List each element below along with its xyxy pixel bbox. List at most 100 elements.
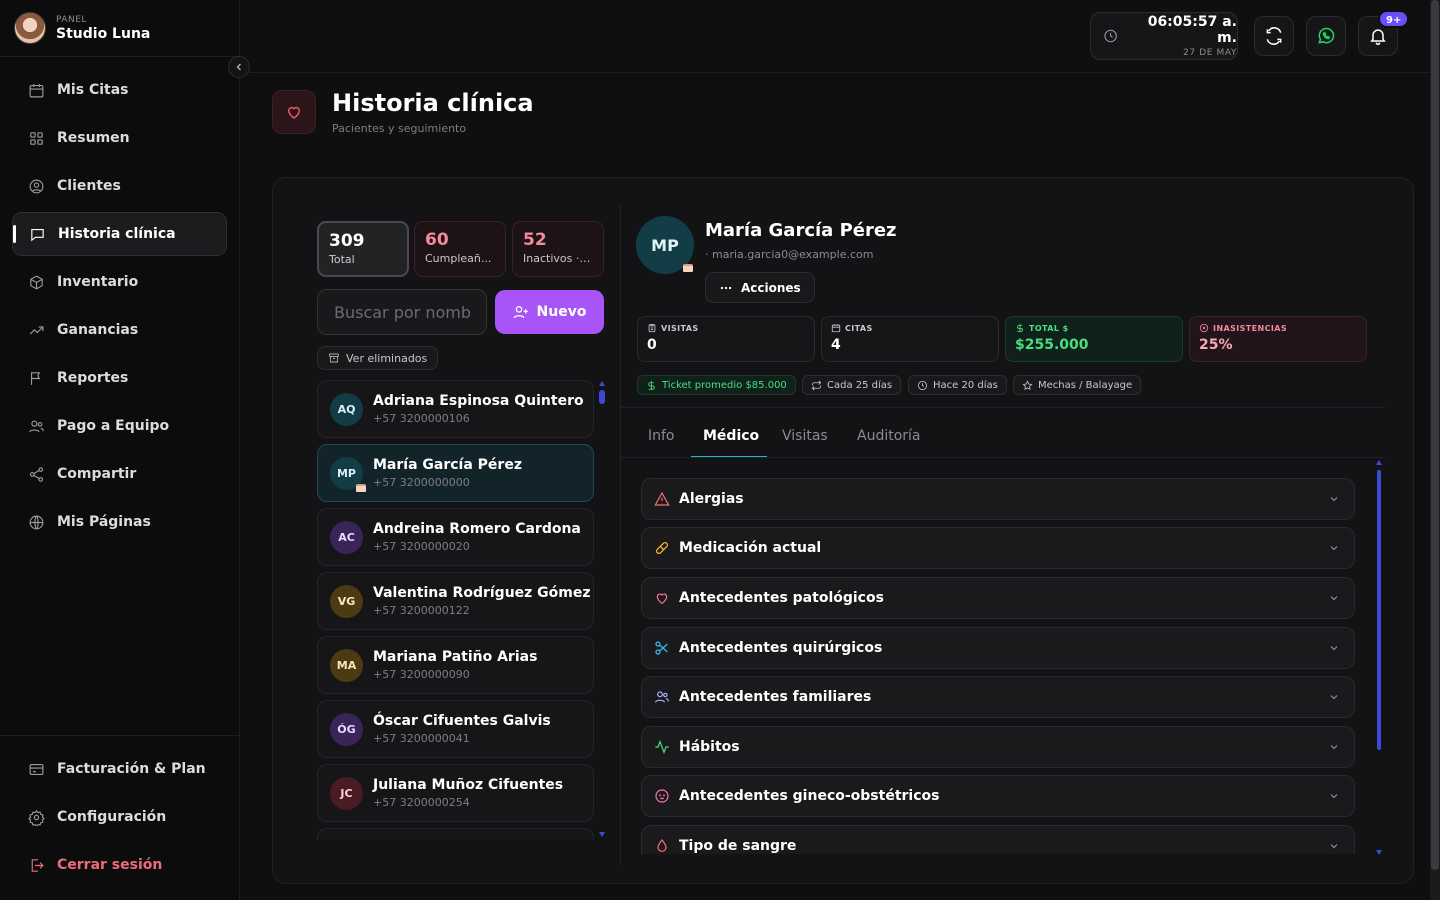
sidebar-item-facturacion[interactable]: Facturación & Plan [12, 747, 227, 791]
patient-row-selected[interactable]: MP María García Pérez +57 3200000000 [317, 444, 594, 502]
patient-row[interactable]: ÓG Óscar Cifuentes Galvis +57 3200000041 [317, 700, 594, 758]
sidebar-item-ganancias[interactable]: Ganancias [12, 308, 227, 352]
calendar-icon [831, 324, 841, 333]
logout-button[interactable]: Cerrar sesión [12, 843, 227, 887]
box-icon [30, 274, 43, 290]
clock-icon [917, 380, 928, 390]
patient-row[interactable]: VG Valentina Rodríguez Gómez +57 32000001… [317, 572, 594, 630]
section-medicacion[interactable]: Medicación actual [641, 527, 1355, 569]
stat-label: Total [329, 253, 355, 266]
page-scrollbar[interactable] [1430, 0, 1440, 900]
birthday-cake-icon [356, 483, 366, 492]
patient-row[interactable]: JC Juliana Muñoz Cifuentes +57 3200000254 [317, 764, 594, 822]
new-button-label: Nuevo [536, 304, 587, 320]
search-input[interactable] [317, 289, 487, 335]
sidebar-item-label: Reportes [57, 370, 129, 386]
whatsapp-button[interactable] [1306, 16, 1346, 56]
sidebar-item-resumen[interactable]: Resumen [12, 116, 227, 160]
section-title: Hábitos [679, 739, 740, 755]
chip-favorite-service: Mechas / Balayage [1013, 375, 1142, 395]
refresh-button[interactable] [1254, 16, 1294, 56]
kpi-value: 0 [647, 337, 657, 353]
sidebar-item-clientes[interactable]: Clientes [12, 164, 227, 208]
logout-label: Cerrar sesión [57, 857, 163, 873]
kpi-label: TOTAL $ [1029, 323, 1069, 333]
sidebar-item-mis-paginas[interactable]: Mis Páginas [12, 500, 227, 544]
avatar: ÓG [330, 712, 363, 746]
scroll-up-icon[interactable] [1376, 460, 1382, 465]
section-title: Antecedentes gineco-obstétricos [679, 788, 940, 804]
stat-label: Inactivos · ... [523, 252, 593, 265]
tab-medico[interactable]: Médico [703, 428, 759, 444]
patient-row[interactable]: AC Andreina Romero Cardona +57 3200000020 [317, 508, 594, 566]
calendar-icon [29, 83, 44, 97]
view-deleted-button[interactable]: Ver eliminados [317, 346, 439, 370]
patient-phone: +57 3200000020 [373, 540, 470, 553]
sidebar-item-inventario[interactable]: Inventario [12, 260, 227, 304]
patient-list-scrollbar[interactable] [599, 381, 605, 837]
user-plus-icon [513, 306, 528, 319]
tab-info[interactable]: Info [648, 428, 675, 444]
archive-icon [329, 353, 339, 363]
deleted-button-label: Ver eliminados [346, 351, 428, 365]
scrollbar-thumb[interactable] [1377, 470, 1381, 750]
sidebar-item-configuracion[interactable]: Configuración [12, 795, 227, 839]
new-patient-button[interactable]: Nuevo [495, 290, 604, 334]
section-gineco[interactable]: Antecedentes gineco-obstétricos [641, 775, 1355, 817]
section-familiares[interactable]: Antecedentes familiares [641, 676, 1355, 718]
patient-avatar: MP [636, 216, 694, 274]
brand[interactable]: PANEL Studio Luna [14, 12, 150, 44]
stat-inactive[interactable]: 52 Inactivos · ... [512, 221, 604, 277]
sidebar-item-label: Configuración [57, 809, 167, 825]
chip-label: Mechas / Balayage [1038, 379, 1133, 391]
heart-icon [287, 106, 301, 119]
patient-row[interactable]: MA Mariana Patiño Arias +57 3200000090 [317, 636, 594, 694]
chevron-down-icon [1330, 497, 1338, 502]
sidebar-item-compartir[interactable]: Compartir [12, 452, 227, 496]
section-alergias[interactable]: Alergias [641, 478, 1355, 520]
sidebar-item-reportes[interactable]: Reportes [12, 356, 227, 400]
stat-birthdays[interactable]: 60 Cumpleañ... [414, 221, 506, 277]
stat-total[interactable]: 309 Total [317, 221, 409, 277]
patient-phone: +57 3200000000 [373, 476, 470, 489]
tab-visitas[interactable]: Visitas [782, 428, 828, 444]
section-tipo-sangre[interactable]: Tipo de sangre [641, 825, 1355, 854]
avatar-initials: MP [651, 235, 679, 255]
patient-row[interactable]: AQ Adriana Espinosa Quintero +57 32000001… [317, 380, 594, 438]
section-quirurgicos[interactable]: Antecedentes quirúrgicos [641, 627, 1355, 669]
scroll-down-icon[interactable] [1376, 850, 1382, 855]
patient-row-partial[interactable] [317, 828, 594, 840]
collapse-sidebar-button[interactable] [228, 56, 250, 78]
logout-icon [31, 858, 44, 872]
sidebar-item-historia-clinica[interactable]: Historia clínica [12, 212, 227, 256]
actions-button[interactable]: Acciones [705, 272, 815, 303]
patient-phone: +57 3200000122 [373, 604, 470, 617]
sidebar-item-mis-citas[interactable]: Mis Citas [12, 68, 227, 112]
scrollbar-thumb[interactable] [599, 390, 605, 404]
section-patologicos[interactable]: Antecedentes patológicos [641, 577, 1355, 619]
patient-list: AQ Adriana Espinosa Quintero +57 32000001… [317, 380, 594, 840]
scrollbar-thumb[interactable] [1431, 0, 1439, 870]
stat-value: 52 [523, 230, 547, 250]
activity-icon [655, 739, 669, 755]
scroll-up-icon[interactable] [599, 381, 605, 386]
patient-detail-name: María García Pérez [705, 220, 897, 241]
user-circle-icon [29, 179, 44, 193]
dollar-icon [648, 380, 655, 390]
medical-sections: Alergias Medicación actual Antecedentes … [621, 470, 1366, 854]
section-habitos[interactable]: Hábitos [641, 726, 1355, 768]
sidebar-item-pago-equipo[interactable]: Pago a Equipo [12, 404, 227, 448]
patient-name: Óscar Cifuentes Galvis [373, 713, 551, 729]
section-title: Medicación actual [679, 540, 822, 556]
chevron-down-icon [1330, 745, 1338, 750]
droplet-icon [657, 839, 667, 852]
scroll-down-icon[interactable] [599, 832, 605, 837]
avatar: MP [330, 456, 366, 492]
kpi-label: CITAS [845, 323, 873, 333]
kpi-value: 25% [1199, 337, 1233, 353]
detail-scrollbar[interactable] [1376, 460, 1382, 855]
sidebar-item-label: Mis Citas [57, 82, 129, 98]
sidebar-item-label: Mis Páginas [57, 514, 151, 530]
kpi-inasistencias: INASISTENCIAS 25% [1189, 316, 1367, 362]
tab-auditoria[interactable]: Auditoría [857, 428, 921, 444]
